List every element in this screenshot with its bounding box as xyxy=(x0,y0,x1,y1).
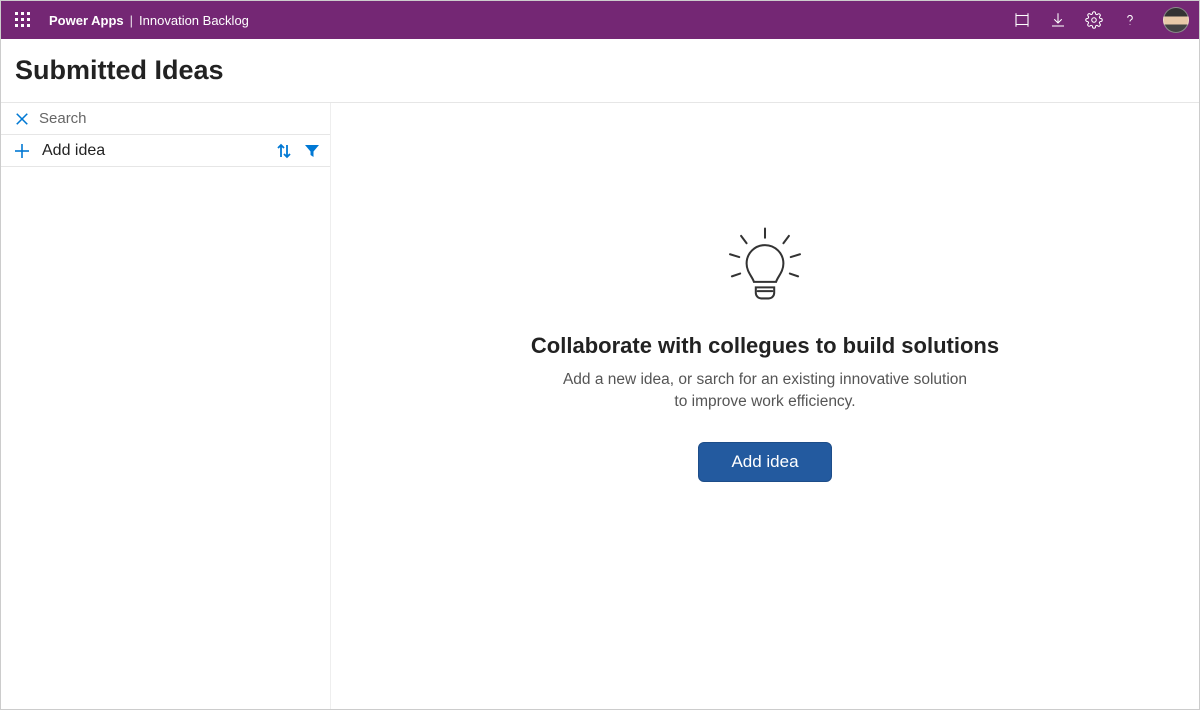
add-idea-row[interactable]: Add idea xyxy=(1,135,330,167)
fit-to-screen-icon[interactable] xyxy=(1013,11,1031,29)
filter-icon[interactable] xyxy=(304,143,320,159)
header-actions xyxy=(1013,7,1189,33)
gear-icon[interactable] xyxy=(1085,11,1103,29)
header-brand: Power Apps xyxy=(49,13,124,28)
add-idea-label: Add idea xyxy=(42,142,264,160)
sidebar: Add idea xyxy=(1,103,331,709)
header-title: Power Apps | Innovation Backlog xyxy=(49,13,249,28)
lightbulb-icon xyxy=(719,223,811,315)
main-panel: Collaborate with collegues to build solu… xyxy=(331,103,1199,709)
add-idea-button[interactable]: Add idea xyxy=(698,442,831,482)
sort-icon[interactable] xyxy=(276,143,292,159)
waffle-icon[interactable] xyxy=(15,12,31,28)
download-icon[interactable] xyxy=(1049,11,1067,29)
page-title-bar: Submitted Ideas xyxy=(1,39,1199,103)
content-area: Add idea Collaborate xyxy=(1,103,1199,709)
plus-icon xyxy=(14,143,30,159)
user-avatar[interactable] xyxy=(1163,7,1189,33)
search-row xyxy=(1,103,330,135)
empty-state-subtext: Add a new idea, or sarch for an existing… xyxy=(555,369,975,414)
header-separator: | xyxy=(130,13,133,28)
app-header: Power Apps | Innovation Backlog xyxy=(1,1,1199,39)
clear-search-icon[interactable] xyxy=(15,112,29,126)
header-app-name: Innovation Backlog xyxy=(139,13,249,28)
empty-state-heading: Collaborate with collegues to build solu… xyxy=(531,333,999,359)
page-title: Submitted Ideas xyxy=(15,55,224,86)
search-input[interactable] xyxy=(39,110,316,127)
help-icon[interactable] xyxy=(1121,11,1139,29)
